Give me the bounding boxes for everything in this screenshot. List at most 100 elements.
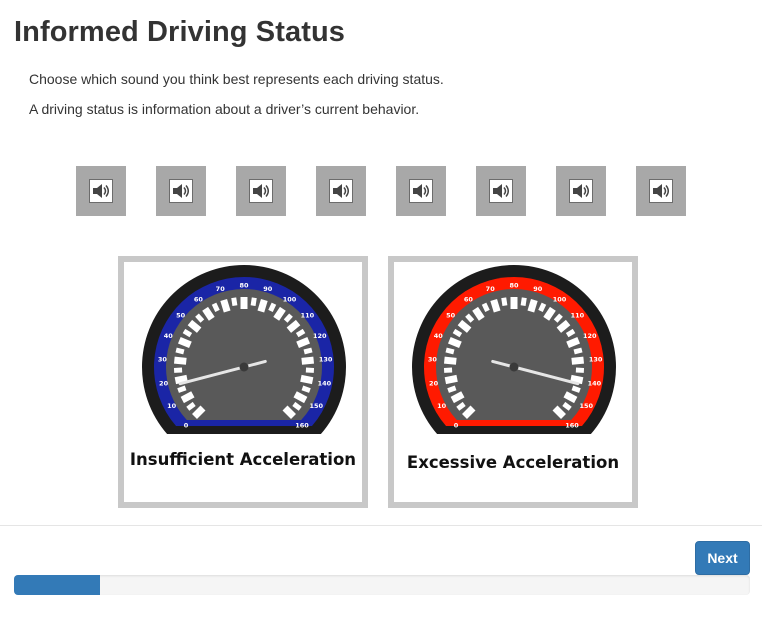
progress-fill <box>14 575 101 595</box>
gauge-hub <box>509 362 519 372</box>
gauge-minor-tick <box>268 302 277 313</box>
gauge-tick-label: 100 <box>283 295 297 303</box>
gauge-tick-label: 120 <box>583 332 597 340</box>
speaker-icon <box>569 179 593 203</box>
gauge-tick-label: 0 <box>454 421 459 429</box>
gauge-tick-label: 30 <box>158 355 168 363</box>
gauge-minor-tick <box>501 297 508 307</box>
instruction-text: A driving status is information about a … <box>29 101 420 117</box>
gauge-tick-label: 140 <box>588 379 602 387</box>
gauge-minor-tick <box>301 385 311 393</box>
speaker-icon <box>89 179 113 203</box>
gauge-minor-tick <box>520 297 527 307</box>
gauge-major-tick <box>444 374 458 385</box>
gauge-major-tick <box>566 336 581 349</box>
gauge-minor-tick <box>231 297 238 307</box>
gauge-major-tick <box>490 298 501 313</box>
gauge-major-tick <box>173 356 187 365</box>
gauge-tick-label: 130 <box>589 355 603 363</box>
gauge-tick-label: 20 <box>429 379 439 387</box>
gauge-major-tick <box>257 298 268 313</box>
sound-button[interactable] <box>396 166 446 216</box>
gauge-major-tick <box>174 374 188 385</box>
instruction-text: Choose which sound you think best repres… <box>29 71 444 87</box>
gauge-tick-label: 160 <box>565 421 579 429</box>
next-button[interactable]: Next <box>695 541 750 575</box>
gauge-tick-label: 120 <box>313 332 327 340</box>
gauge-major-tick <box>571 356 585 365</box>
gauge-major-tick <box>570 374 584 385</box>
gauge-major-tick <box>296 336 311 349</box>
speaker-icon <box>649 179 673 203</box>
sound-button[interactable] <box>76 166 126 216</box>
gauge-tick-label: 50 <box>176 311 186 319</box>
gauge-minor-tick <box>175 347 185 355</box>
page-title: Informed Driving Status <box>14 16 345 48</box>
gauge-tick-label: 40 <box>164 332 174 340</box>
gauge-major-tick <box>447 336 462 349</box>
gauge-minor-tick <box>481 302 490 313</box>
status-card-insufficient[interactable]: 0 10 20 30 40 50 60 70 80 90 100 110 120 130 140 150 160… <box>118 256 368 508</box>
gauge-tick-label: 140 <box>318 379 332 387</box>
sound-button-row <box>76 166 686 216</box>
speaker-icon <box>169 179 193 203</box>
gauge-minor-tick <box>295 328 306 338</box>
sound-button[interactable] <box>636 166 686 216</box>
gauge-minor-tick <box>177 385 187 393</box>
sound-button[interactable] <box>156 166 206 216</box>
gauge-major-tick <box>180 391 195 404</box>
status-card-excessive[interactable]: 0 10 20 30 40 50 60 70 80 90 100 110 120 130 140 150 160… <box>388 256 638 508</box>
divider <box>0 525 762 526</box>
gauge-minor-tick <box>445 347 455 355</box>
speaker-icon <box>249 179 273 203</box>
speaker-icon <box>409 179 433 203</box>
gauge-minor-tick <box>538 302 547 313</box>
gauge-tick-label: 60 <box>194 295 204 303</box>
gauge-major-tick <box>450 391 465 404</box>
gauge-tick-label: 100 <box>553 295 567 303</box>
gauge-minor-tick <box>303 347 313 355</box>
gauge-tick-label: 90 <box>263 285 273 293</box>
sound-button[interactable] <box>556 166 606 216</box>
gauge-tick-label: 160 <box>295 421 309 429</box>
gauge-major-tick <box>443 356 457 365</box>
gauge-minor-tick <box>573 347 583 355</box>
gauge-tick-label: 80 <box>509 282 519 290</box>
gauge-major-tick <box>300 374 314 385</box>
gauge-major-tick <box>220 298 231 313</box>
gauge-minor-tick <box>182 328 193 338</box>
gauge-minor-tick <box>250 297 257 307</box>
gauge-hub <box>239 362 249 372</box>
status-card-label: Insufficient Acceleration <box>129 450 357 469</box>
gauge-minor-tick <box>211 302 220 313</box>
gauge-tick-label: 30 <box>428 355 438 363</box>
gauge-tick-label: 70 <box>486 285 496 293</box>
gauge-minor-tick <box>452 328 463 338</box>
gauge-major-tick <box>177 336 192 349</box>
gauge-minor-tick <box>447 385 457 393</box>
sound-button[interactable] <box>236 166 286 216</box>
speaker-icon <box>329 179 353 203</box>
gauge-tick-label: 10 <box>167 402 177 410</box>
sound-button[interactable] <box>476 166 526 216</box>
gauge-tick-label: 0 <box>184 421 189 429</box>
gauge-tick-label: 90 <box>533 285 543 293</box>
gauge-major-tick <box>527 298 538 313</box>
gauge-tick-label: 150 <box>580 402 594 410</box>
gauge-tick-label: 60 <box>464 295 474 303</box>
sound-button[interactable] <box>316 166 366 216</box>
gauge-tick-label: 110 <box>301 311 315 319</box>
gauge-major-tick <box>301 356 315 365</box>
gauge-tick-label: 110 <box>571 311 585 319</box>
gauge-tick-label: 20 <box>159 379 169 387</box>
gauge-minor-tick <box>571 385 581 393</box>
progress-bar <box>14 575 750 595</box>
gauge-tick-label: 70 <box>216 285 226 293</box>
gauge-tick-label: 10 <box>437 402 447 410</box>
gauge-major-tick <box>563 391 578 404</box>
gauge-minor-tick <box>565 328 576 338</box>
gauge-major-tick <box>293 391 308 404</box>
speaker-icon <box>489 179 513 203</box>
gauge-tick-label: 150 <box>310 402 324 410</box>
gauge-tick-label: 80 <box>239 282 249 290</box>
